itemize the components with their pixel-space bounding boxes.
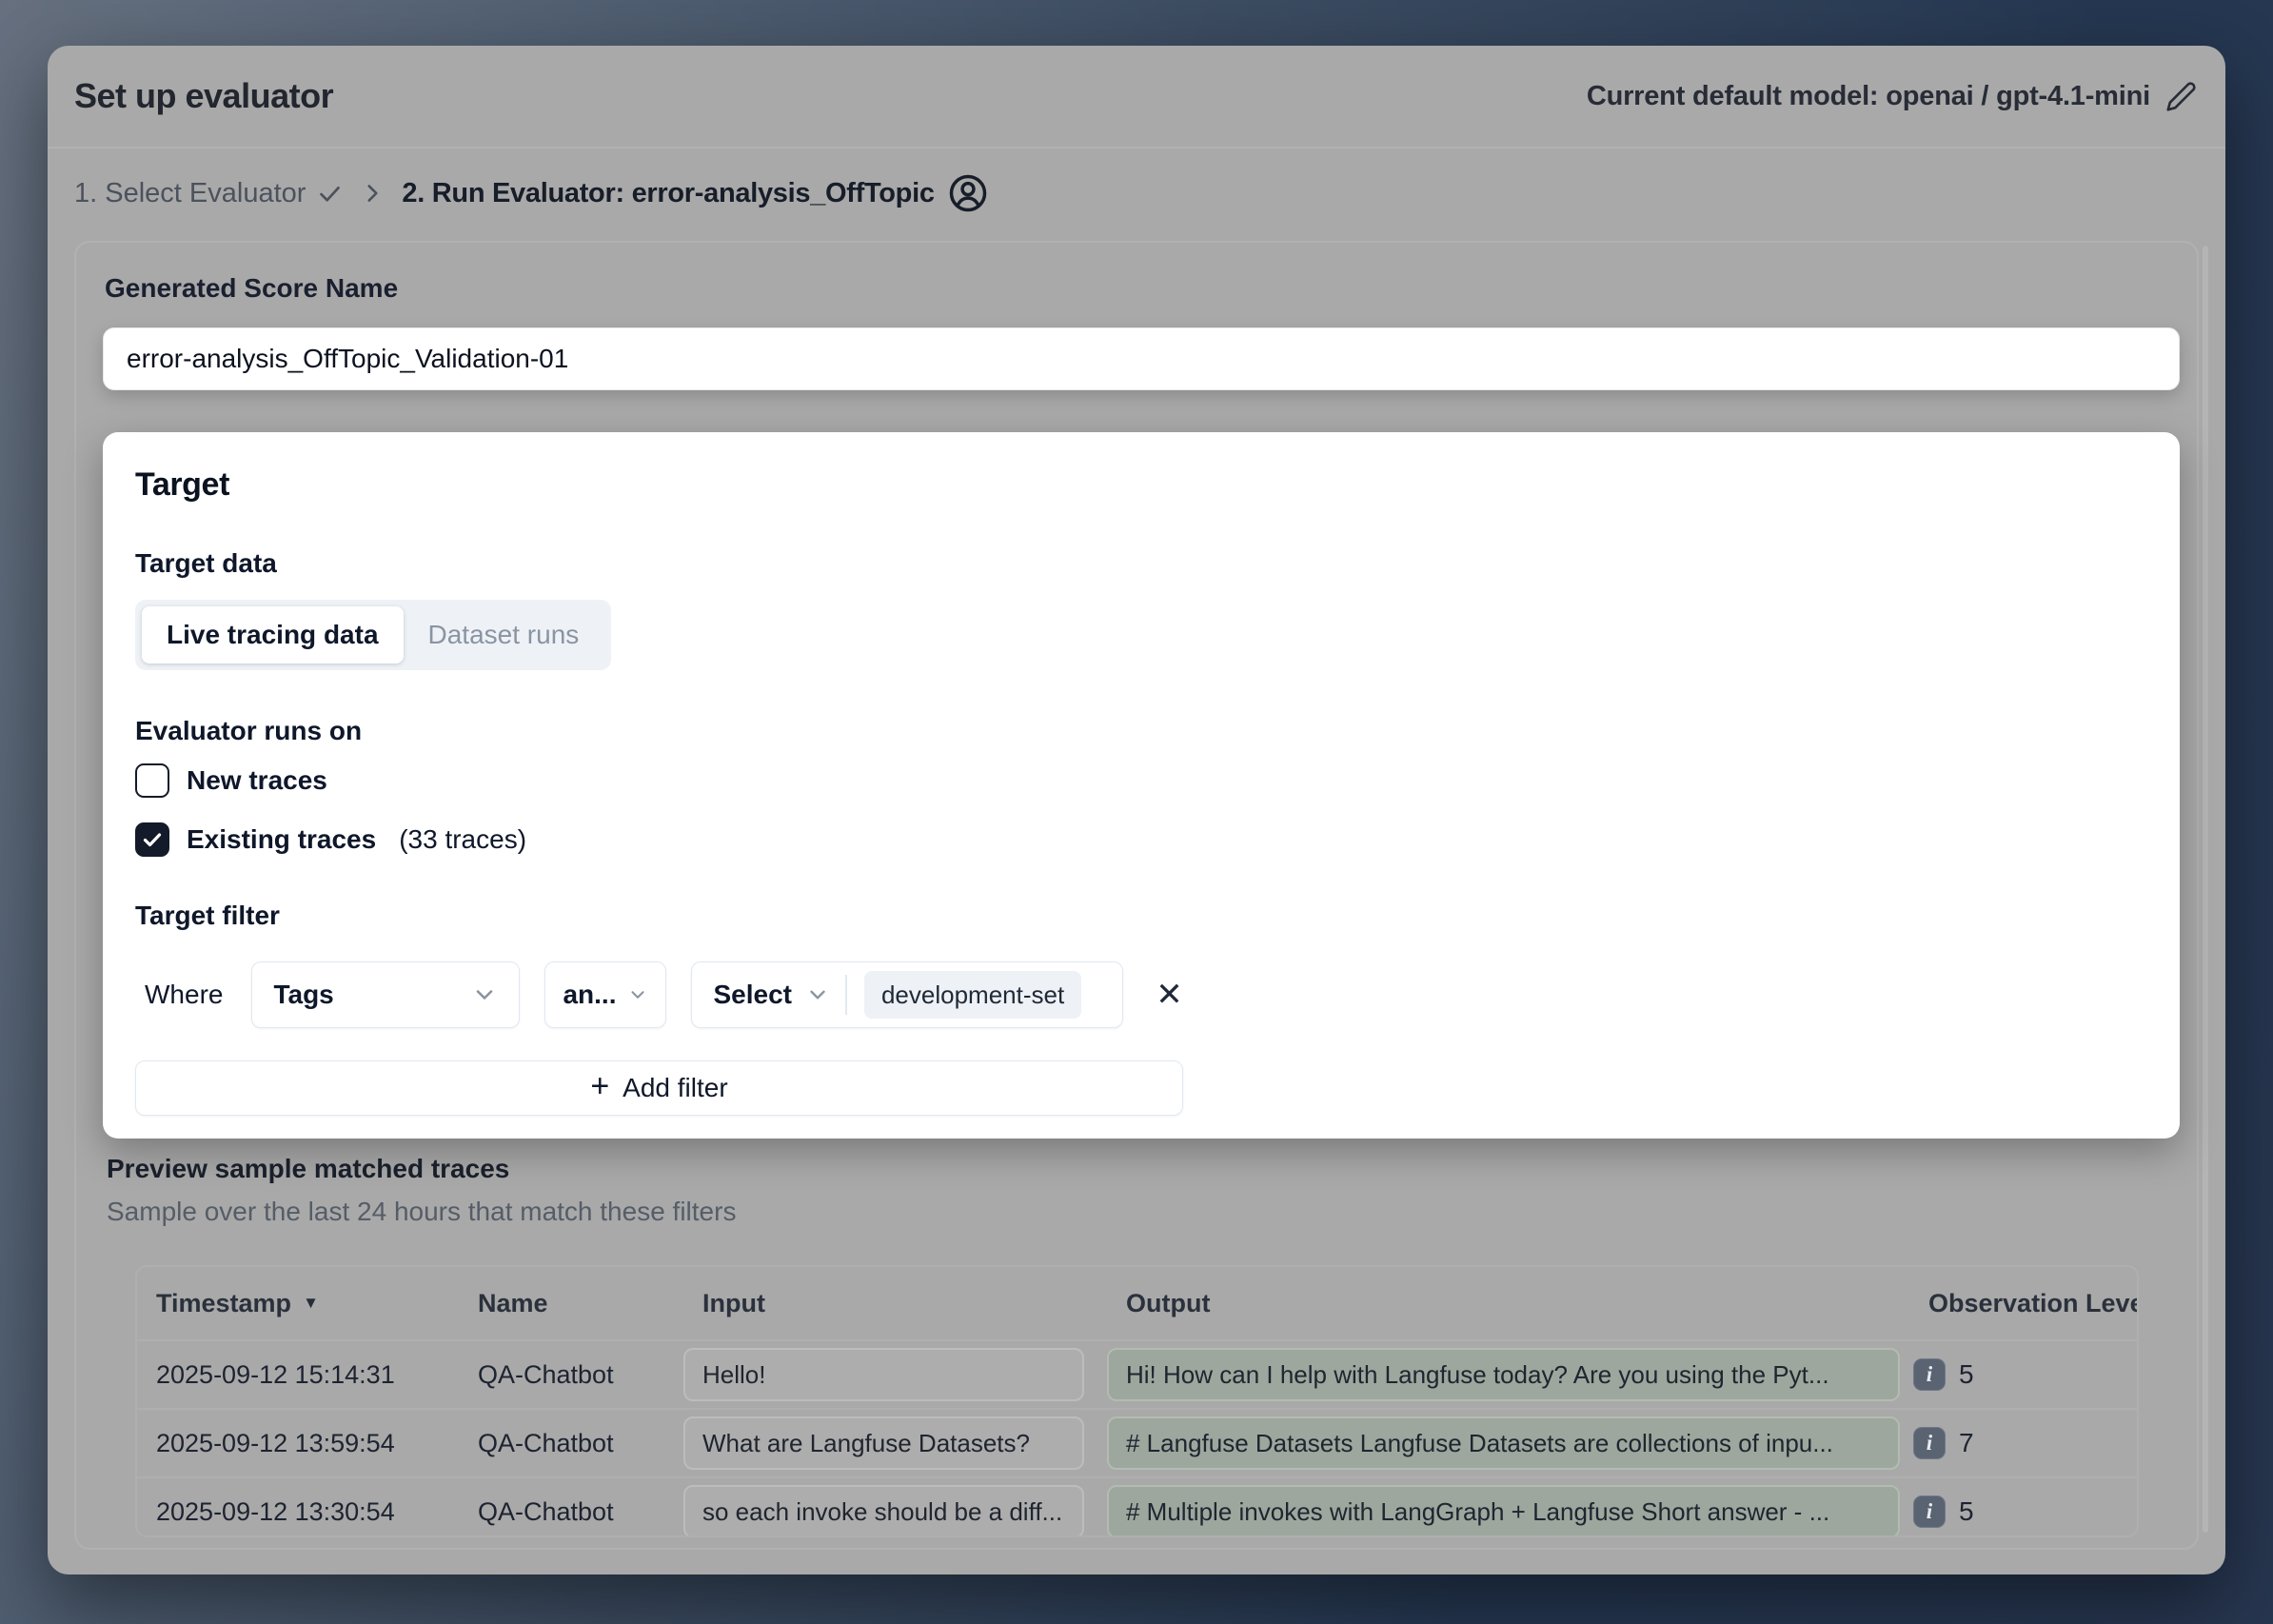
column-header-observation-levels: Observation Levels <box>1909 1289 2137 1318</box>
dialog-header: Set up evaluator Current default model: … <box>48 46 2225 149</box>
step1-label: 1. Select Evaluator <box>74 178 306 209</box>
filter-value-chip[interactable]: development-set <box>864 971 1081 1019</box>
breadcrumb: 1. Select Evaluator 2. Run Evaluator: er… <box>74 173 988 213</box>
breadcrumb-step-select-evaluator[interactable]: 1. Select Evaluator <box>74 178 343 209</box>
remove-filter-icon[interactable]: ✕ <box>1148 974 1190 1016</box>
vertical-divider <box>845 975 847 1015</box>
info-icon: i <box>1913 1358 1946 1391</box>
new-traces-label: New traces <box>187 765 327 796</box>
table-row: 2025-09-12 13:59:54 QA-Chatbot What are … <box>137 1408 2137 1476</box>
observation-level-count: 7 <box>1959 1428 1974 1458</box>
plus-icon: + <box>590 1068 609 1105</box>
filter-column-select[interactable]: Tags <box>251 961 520 1028</box>
target-card: Target Target data Live tracing data Dat… <box>103 432 2180 1139</box>
breadcrumb-step-run-evaluator: 2. Run Evaluator: error-analysis_OffTopi… <box>402 173 987 213</box>
target-data-label: Target data <box>135 548 277 579</box>
chevron-down-icon <box>471 981 498 1008</box>
target-filter-label: Target filter <box>135 901 280 931</box>
timestamp-cell: 2025-09-12 13:59:54 <box>137 1429 459 1458</box>
input-preview-chip: so each invoke should be a diff... <box>683 1485 1084 1537</box>
new-traces-checkbox[interactable] <box>135 763 169 798</box>
new-traces-option: New traces <box>135 763 327 798</box>
timestamp-header-label: Timestamp <box>156 1289 291 1318</box>
generated-score-name-input[interactable] <box>103 327 2180 390</box>
setup-evaluator-dialog: Set up evaluator Current default model: … <box>48 46 2225 1574</box>
filter-operator-select[interactable]: an... <box>544 961 666 1028</box>
edit-model-pencil-icon[interactable] <box>2165 81 2197 112</box>
column-header-input: Input <box>683 1289 1107 1318</box>
existing-traces-label: Existing traces <box>187 824 376 855</box>
filter-operator-value: an... <box>563 980 616 1010</box>
name-cell: QA-Chatbot <box>459 1429 683 1458</box>
tab-live-tracing-data[interactable]: Live tracing data <box>142 606 404 663</box>
preview-traces-table: Timestamp ▼ Name Input Output Observatio… <box>135 1265 2139 1537</box>
output-cell: Hi! How can I help with Langfuse today? … <box>1107 1348 1909 1401</box>
input-cell: What are Langfuse Datasets? <box>683 1416 1107 1470</box>
output-preview-chip: Hi! How can I help with Langfuse today? … <box>1107 1348 1900 1401</box>
evaluator-config-panel: Generated Score Name Target Target data … <box>74 241 2199 1550</box>
where-label: Where <box>145 980 223 1010</box>
target-title: Target <box>135 466 229 504</box>
table-row: 2025-09-12 13:30:54 QA-Chatbot so each i… <box>137 1476 2137 1537</box>
input-preview-chip: What are Langfuse Datasets? <box>683 1416 1084 1470</box>
chevron-down-icon <box>805 982 830 1007</box>
name-cell: QA-Chatbot <box>459 1497 683 1527</box>
timestamp-cell: 2025-09-12 13:30:54 <box>137 1497 459 1527</box>
observation-levels-cell: i 5 <box>1909 1495 2137 1528</box>
dialog-scrollbar[interactable] <box>2203 246 2208 1533</box>
add-filter-button[interactable]: + Add filter <box>135 1060 1183 1116</box>
filter-row: Where Tags an... Select <box>135 961 1190 1028</box>
input-cell: Hello! <box>683 1348 1107 1401</box>
input-preview-chip: Hello! <box>683 1348 1084 1401</box>
name-cell: QA-Chatbot <box>459 1360 683 1390</box>
chevron-down-icon <box>627 984 648 1005</box>
add-filter-label: Add filter <box>623 1073 728 1103</box>
column-header-name: Name <box>459 1289 683 1318</box>
step2-label: 2. Run Evaluator: error-analysis_OffTopi… <box>402 178 934 209</box>
filter-column-value: Tags <box>273 980 333 1010</box>
default-model-note: Current default model: openai / gpt-4.1-… <box>1587 81 2197 112</box>
output-cell: # Multiple invokes with LangGraph + Lang… <box>1107 1485 1909 1537</box>
generated-score-name-label: Generated Score Name <box>105 273 398 304</box>
observation-level-count: 5 <box>1959 1496 1974 1527</box>
existing-traces-checkbox[interactable] <box>135 822 169 857</box>
default-model-label: Current default model: openai / gpt-4.1-… <box>1587 81 2150 112</box>
observation-levels-cell: i 5 <box>1909 1358 2137 1391</box>
timestamp-cell: 2025-09-12 15:14:31 <box>137 1360 459 1390</box>
existing-traces-option: Existing traces (33 traces) <box>135 822 526 857</box>
table-header-row: Timestamp ▼ Name Input Output Observatio… <box>137 1267 2137 1339</box>
preview-title: Preview sample matched traces <box>107 1154 509 1184</box>
column-header-timestamp[interactable]: Timestamp ▼ <box>137 1289 459 1318</box>
page-title: Set up evaluator <box>74 76 333 116</box>
chevron-right-icon <box>360 181 385 206</box>
info-icon: i <box>1913 1495 1946 1528</box>
info-icon: i <box>1913 1427 1946 1459</box>
column-header-output: Output <box>1107 1289 1909 1318</box>
observation-levels-cell: i 7 <box>1909 1427 2137 1459</box>
table-row: 2025-09-12 15:14:31 QA-Chatbot Hello! Hi… <box>137 1339 2137 1408</box>
output-cell: # Langfuse Datasets Langfuse Datasets ar… <box>1107 1416 1909 1470</box>
observation-level-count: 5 <box>1959 1359 1974 1390</box>
target-data-tabs: Live tracing data Dataset runs <box>135 600 611 670</box>
check-icon <box>317 181 343 207</box>
output-preview-chip: # Langfuse Datasets Langfuse Datasets ar… <box>1107 1416 1900 1470</box>
output-preview-chip: # Multiple invokes with LangGraph + Lang… <box>1107 1485 1900 1537</box>
sort-descending-icon: ▼ <box>303 1294 319 1313</box>
preview-subtitle: Sample over the last 24 hours that match… <box>107 1197 736 1227</box>
user-circle-icon <box>948 173 988 213</box>
filter-value-select[interactable]: Select development-set <box>691 961 1123 1028</box>
filter-value-placeholder: Select <box>713 980 792 1010</box>
table-body: 2025-09-12 15:14:31 QA-Chatbot Hello! Hi… <box>137 1339 2137 1537</box>
input-cell: so each invoke should be a diff... <box>683 1485 1107 1537</box>
existing-traces-count: (33 traces) <box>399 824 526 855</box>
tab-dataset-runs[interactable]: Dataset runs <box>404 606 604 663</box>
evaluator-runs-on-label: Evaluator runs on <box>135 716 362 746</box>
